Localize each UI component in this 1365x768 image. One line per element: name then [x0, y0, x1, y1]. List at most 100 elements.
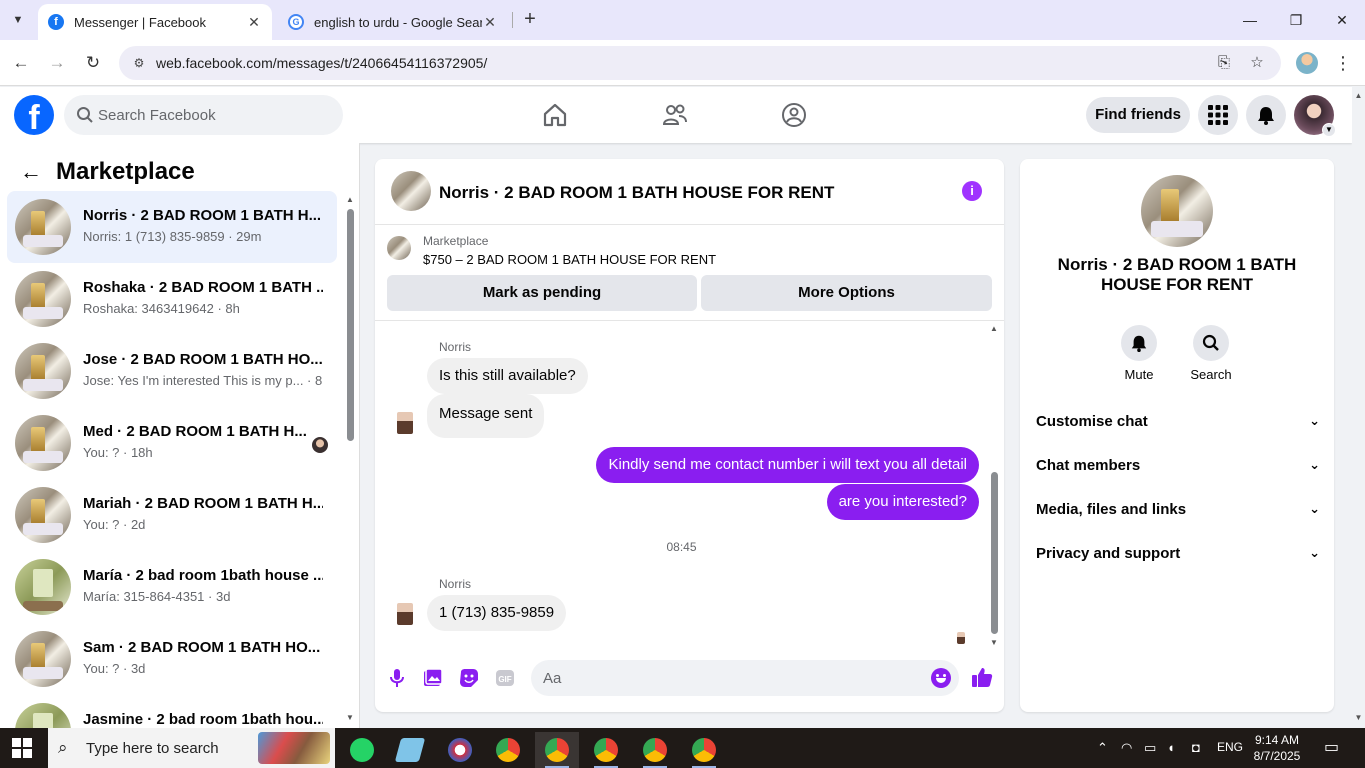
- browser-profile-avatar[interactable]: [1296, 52, 1318, 74]
- browser-menu-icon[interactable]: ⋮: [1334, 51, 1352, 75]
- conversation-name: Sam · 2 BAD ROOM 1 BATH HO...: [83, 639, 321, 656]
- media-files-links-row[interactable]: Media, files and links ⌄: [1036, 487, 1320, 531]
- volume-icon[interactable]: ◖: [1167, 740, 1175, 755]
- taskbar-clock[interactable]: 9:14 AM 8/7/2025: [1243, 732, 1311, 764]
- conversation-item[interactable]: Norris · 2 BAD ROOM 1 BATH H... Norris: …: [7, 191, 337, 263]
- notifications-bell-icon[interactable]: [1246, 95, 1286, 135]
- chrome-profile-icon[interactable]: [535, 732, 579, 768]
- info-icon[interactable]: i: [962, 181, 982, 201]
- message-bubble-sent[interactable]: Kindly send me contact number i will tex…: [596, 447, 979, 483]
- chat-window: Norris · 2 BAD ROOM 1 BATH HOUSE FOR REN…: [375, 159, 1004, 712]
- conversation-item[interactable]: Jose · 2 BAD ROOM 1 BATH HO... Jose: Yes…: [7, 335, 337, 407]
- scroll-up-icon[interactable]: ▲: [345, 195, 355, 204]
- chrome-profile-icon[interactable]: [584, 732, 628, 768]
- forward-icon[interactable]: →: [45, 51, 69, 75]
- back-icon[interactable]: ←: [9, 51, 33, 75]
- facebook-search[interactable]: [64, 95, 343, 135]
- tab-google-search[interactable]: G english to urdu - Google Search ✕: [278, 4, 508, 40]
- conversation-item[interactable]: Jasmine · 2 bad room 1bath hou...: [7, 695, 337, 728]
- tab-messenger[interactable]: f Messenger | Facebook ✕: [38, 4, 272, 40]
- mute-button[interactable]: Mute: [1109, 325, 1169, 382]
- chat-members-row[interactable]: Chat members ⌄: [1036, 443, 1320, 487]
- message-input[interactable]: [543, 660, 923, 696]
- sticker-icon[interactable]: [459, 668, 479, 688]
- page-scrollbar[interactable]: ▲ ▼: [1352, 87, 1365, 728]
- message-bubble[interactable]: Message sent: [427, 394, 545, 438]
- mark-as-pending-button[interactable]: Mark as pending: [387, 275, 697, 311]
- reload-icon[interactable]: ↻: [81, 51, 105, 75]
- scroll-down-icon[interactable]: ▼: [345, 713, 355, 722]
- seen-avatar: [312, 437, 328, 453]
- pane-header: ← Marketplace: [20, 156, 195, 188]
- listing-title[interactable]: $750 – 2 BAD ROOM 1 BATH HOUSE FOR RENT: [423, 252, 716, 267]
- whatsapp-icon[interactable]: [340, 732, 384, 768]
- scroll-thumb[interactable]: [991, 472, 998, 634]
- address-bar[interactable]: ⚙ web.facebook.com/messages/t/2406645411…: [119, 46, 1281, 80]
- close-window-icon[interactable]: ✕: [1330, 8, 1354, 32]
- friends-icon[interactable]: [661, 101, 689, 129]
- gif-icon[interactable]: GIF: [495, 668, 515, 688]
- scroll-down-icon[interactable]: ▼: [1354, 713, 1363, 722]
- restore-icon[interactable]: ❐: [1284, 8, 1308, 32]
- microphone-icon[interactable]: [387, 668, 407, 688]
- conversation-item[interactable]: Med · 2 BAD ROOM 1 BATH H... You: ? · 18…: [7, 407, 337, 479]
- facebook-logo-icon[interactable]: f: [14, 95, 54, 135]
- menu-grid-icon[interactable]: [1198, 95, 1238, 135]
- groups-icon[interactable]: [780, 101, 808, 129]
- message-input-box[interactable]: [531, 660, 959, 696]
- message-scrollbar[interactable]: ▲ ▼: [989, 322, 1001, 654]
- chrome-profile-icon[interactable]: [682, 732, 726, 768]
- back-arrow-icon[interactable]: ←: [20, 159, 42, 185]
- taskbar-search-input[interactable]: [86, 728, 246, 768]
- tray-chevron-up-icon[interactable]: ⌃: [1097, 740, 1108, 756]
- wifi-icon[interactable]: ◠: [1121, 740, 1132, 756]
- chat-avatar-large[interactable]: [1141, 175, 1213, 247]
- home-icon[interactable]: [541, 101, 569, 129]
- scroll-down-icon[interactable]: ▼: [989, 638, 999, 647]
- chrome-profile-icon[interactable]: [633, 732, 677, 768]
- tab-search-icon[interactable]: ▼: [6, 8, 30, 32]
- conversation-item[interactable]: Mariah · 2 BAD ROOM 1 BATH H... You: ? ·…: [7, 479, 337, 551]
- close-tab-icon[interactable]: ✕: [482, 14, 498, 31]
- notification-center-icon[interactable]: ▭: [1324, 737, 1339, 757]
- find-friends-button[interactable]: Find friends: [1086, 97, 1190, 133]
- privacy-support-row[interactable]: Privacy and support ⌄: [1036, 531, 1320, 575]
- app-icon[interactable]: [438, 732, 482, 768]
- camera-icon[interactable]: ◘: [1192, 740, 1200, 755]
- chat-avatar[interactable]: [391, 171, 431, 211]
- battery-icon[interactable]: ▭: [1144, 740, 1156, 756]
- close-tab-icon[interactable]: ✕: [246, 14, 262, 31]
- chat-title[interactable]: Norris · 2 BAD ROOM 1 BATH HOUSE FOR REN…: [439, 183, 834, 203]
- install-app-icon[interactable]: ⎘: [1215, 54, 1233, 72]
- language-indicator[interactable]: ENG: [1217, 740, 1243, 754]
- conversation-item[interactable]: Sam · 2 BAD ROOM 1 BATH HO... You: ? · 3…: [7, 623, 337, 695]
- message-bubble[interactable]: Is this still available?: [427, 358, 588, 394]
- notes-app-icon[interactable]: [388, 732, 432, 768]
- thumbs-up-icon[interactable]: [971, 666, 993, 688]
- more-options-button[interactable]: More Options: [701, 275, 992, 311]
- message-bubble-sent[interactable]: are you interested?: [826, 484, 979, 520]
- customise-chat-row[interactable]: Customise chat ⌄: [1036, 399, 1320, 443]
- conversation-name: Norris · 2 BAD ROOM 1 BATH H...: [83, 207, 322, 224]
- conversation-scrollbar[interactable]: ▲ ▼: [344, 193, 356, 728]
- account-avatar[interactable]: ▼: [1294, 95, 1336, 137]
- scroll-thumb[interactable]: [347, 209, 354, 441]
- site-info-icon[interactable]: ⚙: [131, 55, 147, 71]
- taskbar-search[interactable]: ⌕: [48, 728, 335, 768]
- conversation-item[interactable]: Roshaka · 2 BAD ROOM 1 BATH ... Roshaka:…: [7, 263, 337, 335]
- listing-thumbnail[interactable]: [387, 236, 411, 260]
- chrome-icon[interactable]: [486, 732, 530, 768]
- scroll-up-icon[interactable]: ▲: [1354, 91, 1363, 100]
- conversation-snippet: You: ? · 18h: [83, 445, 153, 460]
- bookmark-star-icon[interactable]: ☆: [1248, 54, 1266, 72]
- windows-start-icon[interactable]: [12, 738, 32, 758]
- minimize-icon[interactable]: —: [1238, 8, 1262, 32]
- emoji-icon[interactable]: [931, 668, 951, 688]
- search-in-chat-button[interactable]: Search: [1181, 325, 1241, 382]
- message-bubble[interactable]: 1 (713) 835-9859: [427, 595, 567, 631]
- conversation-item[interactable]: María · 2 bad room 1bath house ... María…: [7, 551, 337, 623]
- search-input[interactable]: [98, 95, 328, 135]
- scroll-up-icon[interactable]: ▲: [989, 324, 999, 333]
- photo-icon[interactable]: [423, 668, 443, 688]
- new-tab-icon[interactable]: +: [518, 8, 542, 32]
